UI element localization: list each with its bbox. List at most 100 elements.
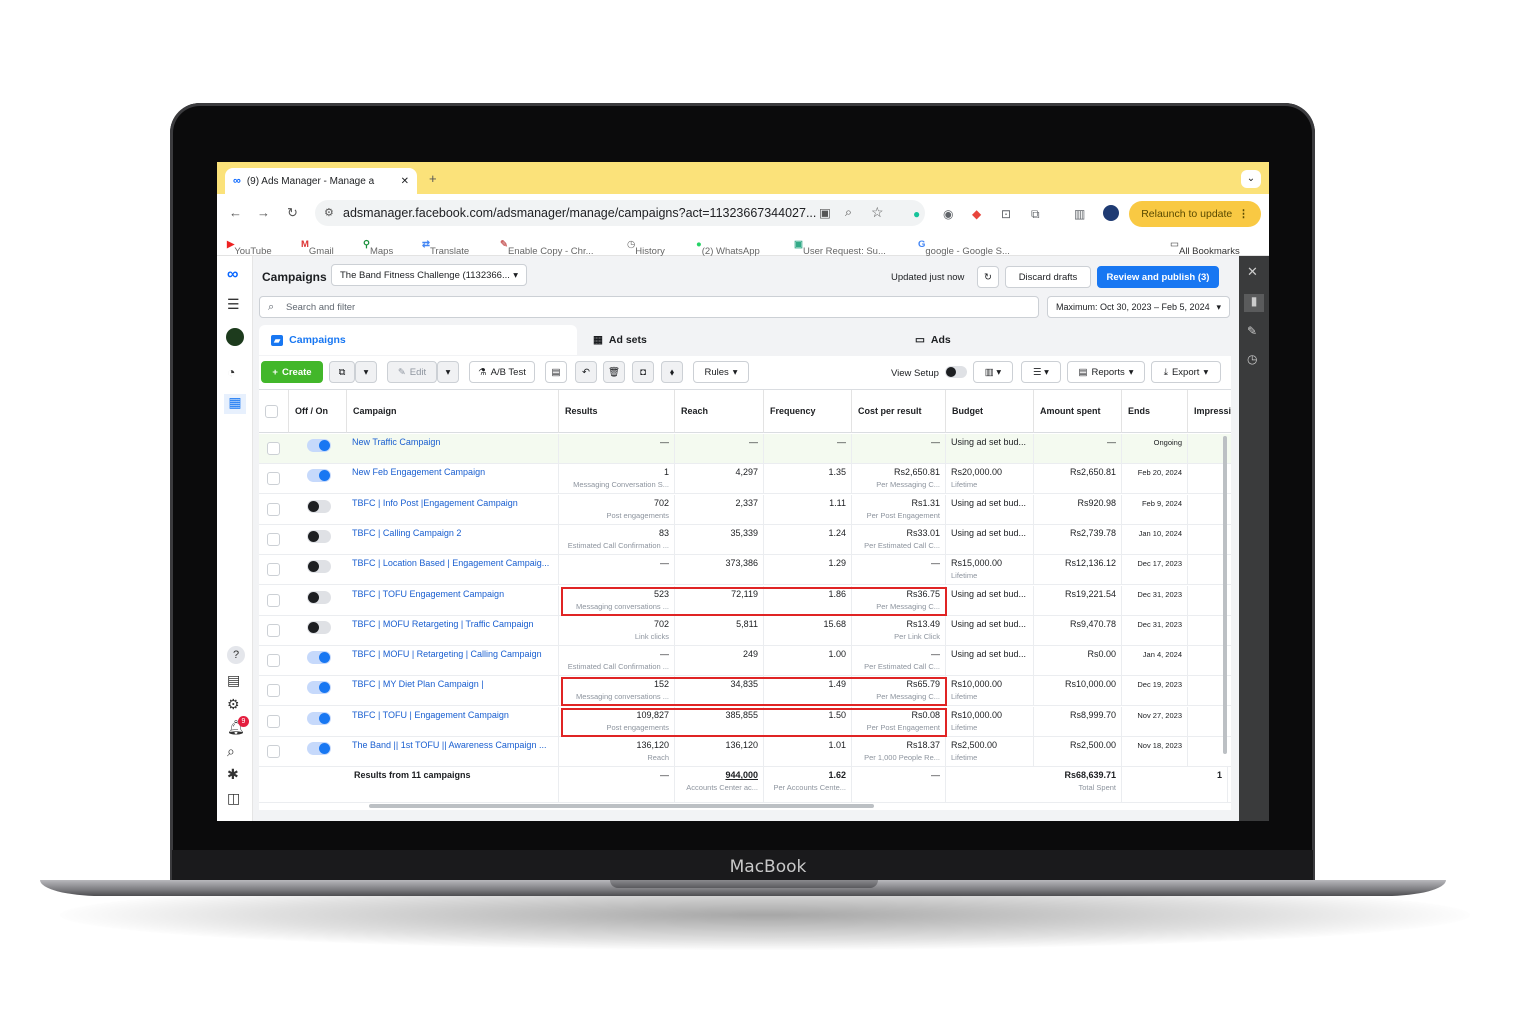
row-checkbox[interactable] <box>267 472 280 486</box>
cell-name[interactable]: TBFC | Calling Campaign 2 <box>347 524 559 555</box>
col-cost-per-result[interactable]: Cost per result <box>852 390 946 433</box>
profile-avatar-icon[interactable] <box>1103 205 1119 221</box>
account-avatar-icon[interactable] <box>226 328 244 346</box>
row-checkbox[interactable] <box>267 442 280 455</box>
col-results[interactable]: Results <box>559 390 675 433</box>
delete-button[interactable]: 🗑︎ <box>603 361 625 383</box>
row-checkbox[interactable] <box>267 684 280 698</box>
cell-name[interactable]: TBFC | MY Diet Plan Campaign | <box>347 676 559 707</box>
table-row[interactable]: New Traffic Campaign — — — — Using ad set bud… <box>259 434 1231 464</box>
campaign-toggle[interactable] <box>307 469 331 483</box>
date-range-picker[interactable]: Maximum: Oct 30, 2023 – Feb 5, 2024 ▾ <box>1047 296 1230 318</box>
clipboard-button[interactable]: ▤ <box>545 361 567 383</box>
col-off-on[interactable]: Off / On <box>289 390 347 433</box>
campaigns-table-icon[interactable]: ▦ <box>224 394 246 414</box>
cell-name[interactable]: New Feb Engagement Campaign <box>347 464 559 495</box>
campaign-toggle[interactable] <box>307 529 331 543</box>
table-row[interactable]: New Feb Engagement Campaign 1 Messaging Co… <box>259 464 1231 495</box>
new-tab-icon[interactable]: + <box>429 171 437 186</box>
campaign-toggle[interactable] <box>307 742 331 755</box>
search-filter-input[interactable]: ⌕ Search and filter <box>259 296 1039 318</box>
edit-button[interactable]: ✎ Edit <box>387 361 437 383</box>
campaign-toggle[interactable] <box>307 711 331 725</box>
ab-test-button[interactable]: ⚗ A/B Test <box>469 361 535 383</box>
news-icon[interactable]: ▤ <box>227 672 240 689</box>
grammarly-icon[interactable]: ● <box>913 207 920 221</box>
row-checkbox[interactable] <box>267 593 280 607</box>
cell-name[interactable]: TBFC | TOFU Engagement Campaign <box>347 585 559 616</box>
table-row[interactable]: TBFC | Calling Campaign 2 83 Estimated Cal… <box>259 524 1231 555</box>
edit-panel-icon[interactable]: ✎ <box>1247 324 1257 338</box>
zoom-icon[interactable]: ⌕ <box>845 205 852 220</box>
col-budget[interactable]: Budget <box>946 390 1034 433</box>
cell-name[interactable]: The Band || 1st TOFU || Awareness Campai… <box>347 737 559 767</box>
export-button[interactable]: ⤓ Export ▾ <box>1151 361 1221 383</box>
screenshot-icon[interactable]: ⊡ <box>1001 207 1011 221</box>
close-panel-icon[interactable]: ✕ <box>1247 264 1258 280</box>
duplicate-dropdown[interactable]: ▾ <box>355 361 377 383</box>
horizontal-scrollbar[interactable] <box>369 804 874 808</box>
campaign-toggle[interactable] <box>307 499 331 513</box>
bookmark-youtube[interactable]: ▶ YouTube <box>227 239 272 257</box>
campaign-toggle[interactable] <box>307 620 331 634</box>
browser-tab[interactable]: ∞ (9) Ads Manager - Manage a ✕ <box>225 168 417 194</box>
discard-drafts-button[interactable]: Discard drafts <box>1005 266 1091 288</box>
chart-panel-icon[interactable]: ▮ <box>1244 294 1264 312</box>
reload-icon[interactable]: ↻ <box>287 205 298 221</box>
col-amount-spent[interactable]: Amount spent <box>1034 390 1122 433</box>
cell-name[interactable]: New Traffic Campaign <box>347 434 559 464</box>
back-icon[interactable]: ← <box>229 205 242 220</box>
cast-icon[interactable]: ▣ <box>819 205 831 220</box>
help-icon[interactable]: ? <box>227 646 245 664</box>
table-row[interactable]: The Band || 1st TOFU || Awareness Campai… <box>259 737 1231 767</box>
table-row[interactable]: TBFC | Location Based | Engagement Campa… <box>259 555 1231 586</box>
tab-campaigns[interactable]: ▰ Campaigns <box>259 325 577 355</box>
duplicate-button[interactable]: ⧉ <box>329 361 355 383</box>
bookmark-google[interactable]: G google - Google S... <box>918 239 1010 257</box>
bookmark-user-request[interactable]: ▣ User Request: Su... <box>794 239 886 257</box>
cell-name[interactable]: TBFC | MOFU | Retargeting | Calling Camp… <box>347 646 559 677</box>
table-row[interactable]: TBFC | MOFU Retargeting | Traffic Campai… <box>259 615 1231 646</box>
tag-button[interactable]: ⬧ <box>661 361 683 383</box>
review-publish-button[interactable]: Review and publish (3) <box>1097 266 1219 288</box>
address-bar[interactable]: ⚙ adsmanager.facebook.com/adsmanager/man… <box>315 200 925 226</box>
cell-name[interactable]: TBFC | Location Based | Engagement Campa… <box>347 555 559 586</box>
campaign-toggle[interactable] <box>307 560 331 574</box>
site-info-icon[interactable]: ⚙ <box>324 206 334 219</box>
meta-logo-icon[interactable]: ∞ <box>227 266 238 284</box>
table-row[interactable]: TBFC | Info Post |Engagement Campaign 702… <box>259 494 1231 525</box>
reports-button[interactable]: ▤ Reports ▾ <box>1067 361 1145 383</box>
create-button[interactable]: + Create <box>261 361 323 383</box>
col-reach[interactable]: Reach <box>675 390 764 433</box>
table-row[interactable]: TBFC | MOFU | Retargeting | Calling Camp… <box>259 646 1231 677</box>
bookmark-whatsapp[interactable]: ● (2) WhatsApp <box>696 239 760 257</box>
rules-button[interactable]: Rules ▾ <box>693 361 749 383</box>
campaign-toggle[interactable] <box>307 681 331 695</box>
side-panel-icon[interactable]: ▥ <box>1074 207 1085 221</box>
breakdown-button[interactable]: ☰ ▾ <box>1021 361 1061 383</box>
relaunch-button[interactable]: Relaunch to update ⋮ <box>1129 201 1261 227</box>
tab-search-icon[interactable]: ⌄ <box>1241 170 1261 188</box>
side-panel-toggle-icon[interactable]: ◫ <box>227 790 240 807</box>
cell-name[interactable]: TBFC | Info Post |Engagement Campaign <box>347 494 559 525</box>
extensions-icon[interactable]: ⧉ <box>1031 207 1040 222</box>
col-impressions[interactable]: Impressio <box>1188 390 1231 433</box>
col-campaign[interactable]: Campaign <box>347 390 559 433</box>
edit-dropdown[interactable]: ▾ <box>437 361 459 383</box>
refresh-button[interactable]: ↻ <box>977 266 999 288</box>
view-setup-toggle[interactable] <box>945 366 967 378</box>
star-icon[interactable]: ☆ <box>871 204 884 221</box>
bookmark-gmail[interactable]: M Gmail <box>301 239 334 257</box>
chat-button[interactable]: ◘ <box>632 361 654 383</box>
row-checkbox[interactable] <box>267 563 280 577</box>
bug-report-icon[interactable]: ✱ <box>227 766 239 783</box>
color-picker-icon[interactable]: ◆ <box>972 207 981 221</box>
campaign-toggle[interactable] <box>307 590 331 604</box>
history-panel-icon[interactable]: ◷ <box>1247 352 1257 366</box>
forward-icon[interactable]: → <box>257 205 270 220</box>
account-selector[interactable]: The Band Fitness Challenge (1132366... ▾ <box>331 264 527 286</box>
row-checkbox[interactable] <box>267 654 280 668</box>
bookmark-enable-copy[interactable]: ✎ Enable Copy - Chr... <box>500 239 594 257</box>
all-bookmarks[interactable]: ▭ All Bookmarks <box>1170 239 1240 257</box>
row-checkbox[interactable] <box>267 502 280 516</box>
